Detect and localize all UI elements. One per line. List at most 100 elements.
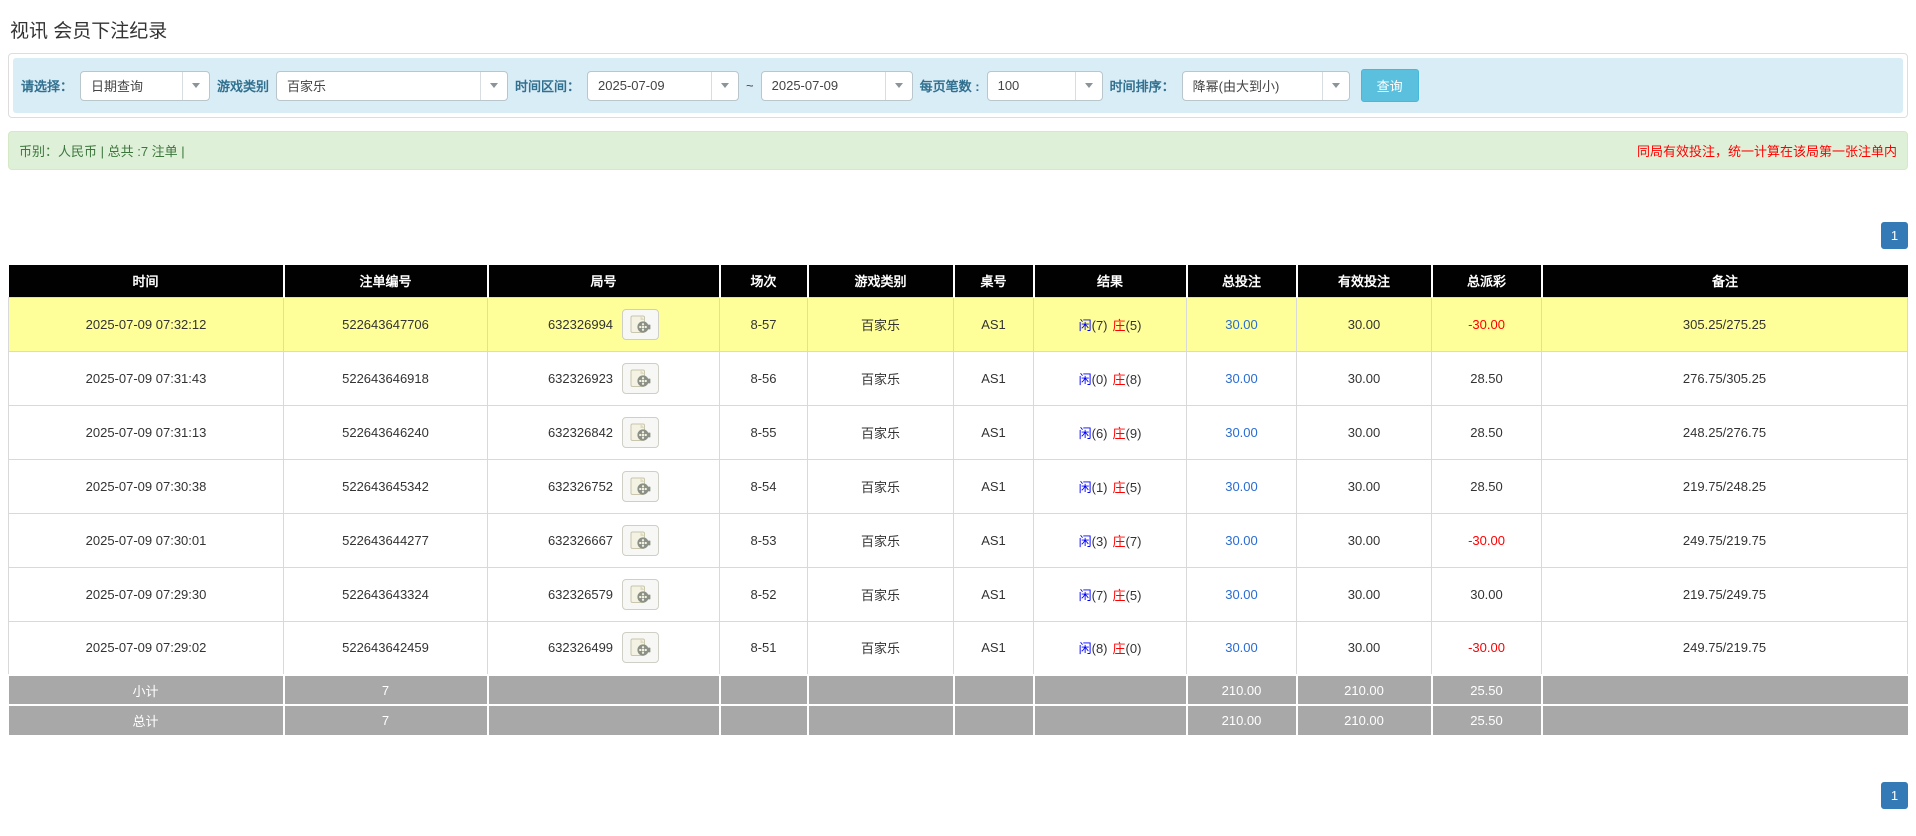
remark-cell: 249.75/219.75 <box>1541 512 1908 568</box>
player-score: (1) <box>1091 479 1108 495</box>
player-label: 闲 <box>1078 317 1092 333</box>
round-id-cell: 632326667 <box>487 512 720 568</box>
banker-label: 庄 <box>1112 317 1126 333</box>
page-size-value: 100 <box>997 78 1020 93</box>
round-id-value: 632326752 <box>547 478 614 494</box>
summary-bar: 币别：人民币 | 总共 :7 注单 | 同局有效投注，统一计算在该局第一张注单内 <box>8 131 1908 170</box>
total-bet-link[interactable]: 30.00 <box>1225 640 1258 655</box>
game-type-cell: 百家乐 <box>807 458 954 514</box>
bet-id-cell: 522643642459 <box>283 620 488 676</box>
video-replay-button[interactable] <box>622 308 660 340</box>
player-score: (6) <box>1091 425 1108 441</box>
time-cell: 2025-07-09 07:31:13 <box>8 404 284 460</box>
total-bet-link[interactable]: 30.00 <box>1225 479 1258 494</box>
header-time: 时间 <box>8 265 284 297</box>
time-cell: 2025-07-09 07:29:02 <box>8 620 284 676</box>
payout-cell: 28.50 <box>1431 404 1542 460</box>
table-row: 2025-07-09 07:31:43 522643646918 6323269… <box>8 350 1908 406</box>
date-to-select[interactable]: 2025-07-09 <box>760 70 913 101</box>
table-no-cell: AS1 <box>953 512 1034 568</box>
time-sort-select[interactable]: 降幂(由大到小) <box>1181 70 1350 101</box>
valid-bet-cell: 30.00 <box>1296 404 1432 460</box>
table-no-cell: AS1 <box>953 620 1034 676</box>
video-replay-button[interactable] <box>622 578 660 610</box>
table-no-cell: AS1 <box>953 296 1034 352</box>
valid-bet-cell: 30.00 <box>1296 512 1432 568</box>
payout-cell: 28.50 <box>1431 350 1542 406</box>
video-replay-button[interactable] <box>622 416 660 448</box>
result-cell: 闲(6) 庄(9) <box>1033 404 1187 460</box>
banker-score: (5) <box>1125 479 1142 495</box>
table-no-cell: AS1 <box>953 566 1034 622</box>
banker-label: 庄 <box>1112 641 1126 657</box>
game-type-select[interactable]: 百家乐 <box>276 70 509 101</box>
total-bet-link[interactable]: 30.00 <box>1225 425 1258 440</box>
session-cell: 8-54 <box>719 458 808 514</box>
remark-cell: 219.75/248.25 <box>1541 458 1908 514</box>
bet-id-cell: 522643643324 <box>283 566 488 622</box>
filter-strip: 请选择： 日期查询 游戏类别 百家乐 时间区间： 2025-07-09 ~ 20… <box>13 58 1903 113</box>
notice-text: 同局有效投注，统一计算在该局第一张注单内 <box>1636 144 1897 159</box>
game-type-cell: 百家乐 <box>807 512 954 568</box>
chevron-down-icon <box>711 71 738 100</box>
date-from-select[interactable]: 2025-07-09 <box>587 70 740 101</box>
session-cell: 8-55 <box>719 404 808 460</box>
video-replay-button[interactable] <box>622 470 660 502</box>
remark-cell: 219.75/249.75 <box>1541 566 1908 622</box>
banker-label: 庄 <box>1112 425 1126 441</box>
valid-bet-cell: 30.00 <box>1296 350 1432 406</box>
total-bet-link[interactable]: 30.00 <box>1225 587 1258 602</box>
pagination-page-1[interactable]: 1 <box>1881 222 1908 249</box>
video-replay-button[interactable] <box>622 362 660 394</box>
date-from-value: 2025-07-09 <box>598 78 665 93</box>
session-cell: 8-51 <box>719 620 808 676</box>
round-id-value: 632326923 <box>547 370 614 386</box>
query-type-select[interactable]: 日期查询 <box>80 70 211 101</box>
page-title: 视讯 会员下注纪录 <box>10 21 168 42</box>
valid-bet-cell: 30.00 <box>1296 620 1432 676</box>
total-bet-link[interactable]: 30.00 <box>1225 371 1258 386</box>
total-payout: 25.50 <box>1430 704 1542 735</box>
round-id-value: 632326499 <box>547 640 614 656</box>
page-size-label: 每页笔数 : <box>919 79 980 94</box>
header-remark: 备注 <box>1540 265 1908 297</box>
total-bet-cell: 30.00 <box>1186 512 1297 568</box>
player-score: (7) <box>1091 587 1108 603</box>
payout-cell: -30.00 <box>1431 296 1542 352</box>
video-replay-button[interactable] <box>622 524 660 556</box>
remark-cell: 276.75/305.25 <box>1541 350 1908 406</box>
chevron-down-icon <box>884 71 912 100</box>
video-icon <box>630 315 651 333</box>
time-sort-label: 时间排序： <box>1109 79 1175 94</box>
bet-id-cell: 522643644277 <box>283 512 488 568</box>
player-score: (0) <box>1091 371 1108 387</box>
result-cell: 闲(3) 庄(7) <box>1033 512 1187 568</box>
game-type-cell: 百家乐 <box>807 566 954 622</box>
time-cell: 2025-07-09 07:30:01 <box>8 512 284 568</box>
bet-id-cell: 522643646240 <box>283 404 488 460</box>
round-id-cell: 632326579 <box>487 566 720 622</box>
session-cell: 8-57 <box>719 296 808 352</box>
pagination-page-1[interactable]: 1 <box>1881 782 1908 809</box>
game-type-cell: 百家乐 <box>807 404 954 460</box>
table-no-cell: AS1 <box>953 350 1034 406</box>
banker-label: 庄 <box>1112 533 1126 549</box>
search-button[interactable]: 查询 <box>1360 69 1419 102</box>
total-bet-link[interactable]: 30.00 <box>1225 533 1258 548</box>
round-id-value: 632326667 <box>547 532 614 548</box>
video-replay-button[interactable] <box>622 632 660 664</box>
subtotal-total-bet: 210.00 <box>1185 674 1297 705</box>
time-sort-value: 降幂(由大到小) <box>1192 79 1280 94</box>
currency-total-text: 币别：人民币 | 总共 :7 注单 | <box>19 144 185 159</box>
total-bet-link[interactable]: 30.00 <box>1225 317 1258 332</box>
video-icon <box>630 477 651 495</box>
header-valid-bet: 有效投注 <box>1295 265 1432 297</box>
page-size-select[interactable]: 100 <box>986 70 1103 101</box>
date-range-label: 时间区间： <box>515 79 581 94</box>
game-type-cell: 百家乐 <box>807 350 954 406</box>
header-payout: 总派彩 <box>1430 265 1542 297</box>
table-no-cell: AS1 <box>953 404 1034 460</box>
payout-cell: 30.00 <box>1431 566 1542 622</box>
player-label: 闲 <box>1078 479 1092 495</box>
select-type-label: 请选择： <box>21 79 74 94</box>
